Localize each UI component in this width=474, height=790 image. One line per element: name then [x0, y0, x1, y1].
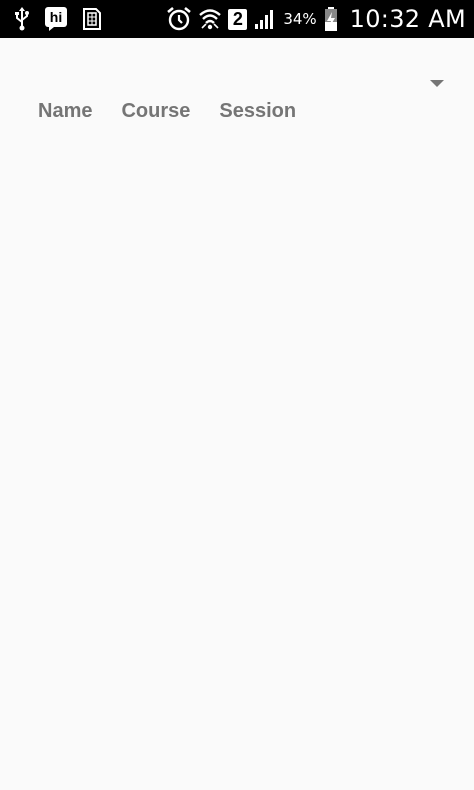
battery-percent: 34% — [283, 10, 317, 28]
notification-icons: hi — [14, 6, 102, 32]
sim-2-icon: 2 — [228, 6, 248, 32]
usb-icon — [14, 6, 30, 32]
svg-text:hi: hi — [50, 9, 62, 25]
signal-icon — [253, 6, 277, 32]
selector-spinner[interactable] — [0, 62, 474, 96]
clock: 10:32 AM — [349, 5, 466, 33]
column-header-name: Name — [38, 100, 93, 122]
sim-number: 2 — [228, 8, 248, 30]
hike-icon: hi — [44, 6, 68, 32]
system-icons: 2 34% 10:32 AM — [166, 5, 466, 33]
alarm-icon — [166, 6, 192, 32]
battery-charging-icon — [324, 6, 338, 32]
dropdown-arrow-icon[interactable] — [430, 73, 444, 87]
list-area — [0, 140, 474, 790]
sim-toolkit-icon — [82, 6, 102, 32]
wifi-icon — [198, 6, 222, 32]
status-bar: hi 2 34% 10:32 AM — [0, 0, 474, 38]
table-header: Name Course Session — [38, 100, 296, 123]
column-header-session: Session — [219, 100, 297, 122]
column-header-course: Course — [121, 100, 191, 122]
